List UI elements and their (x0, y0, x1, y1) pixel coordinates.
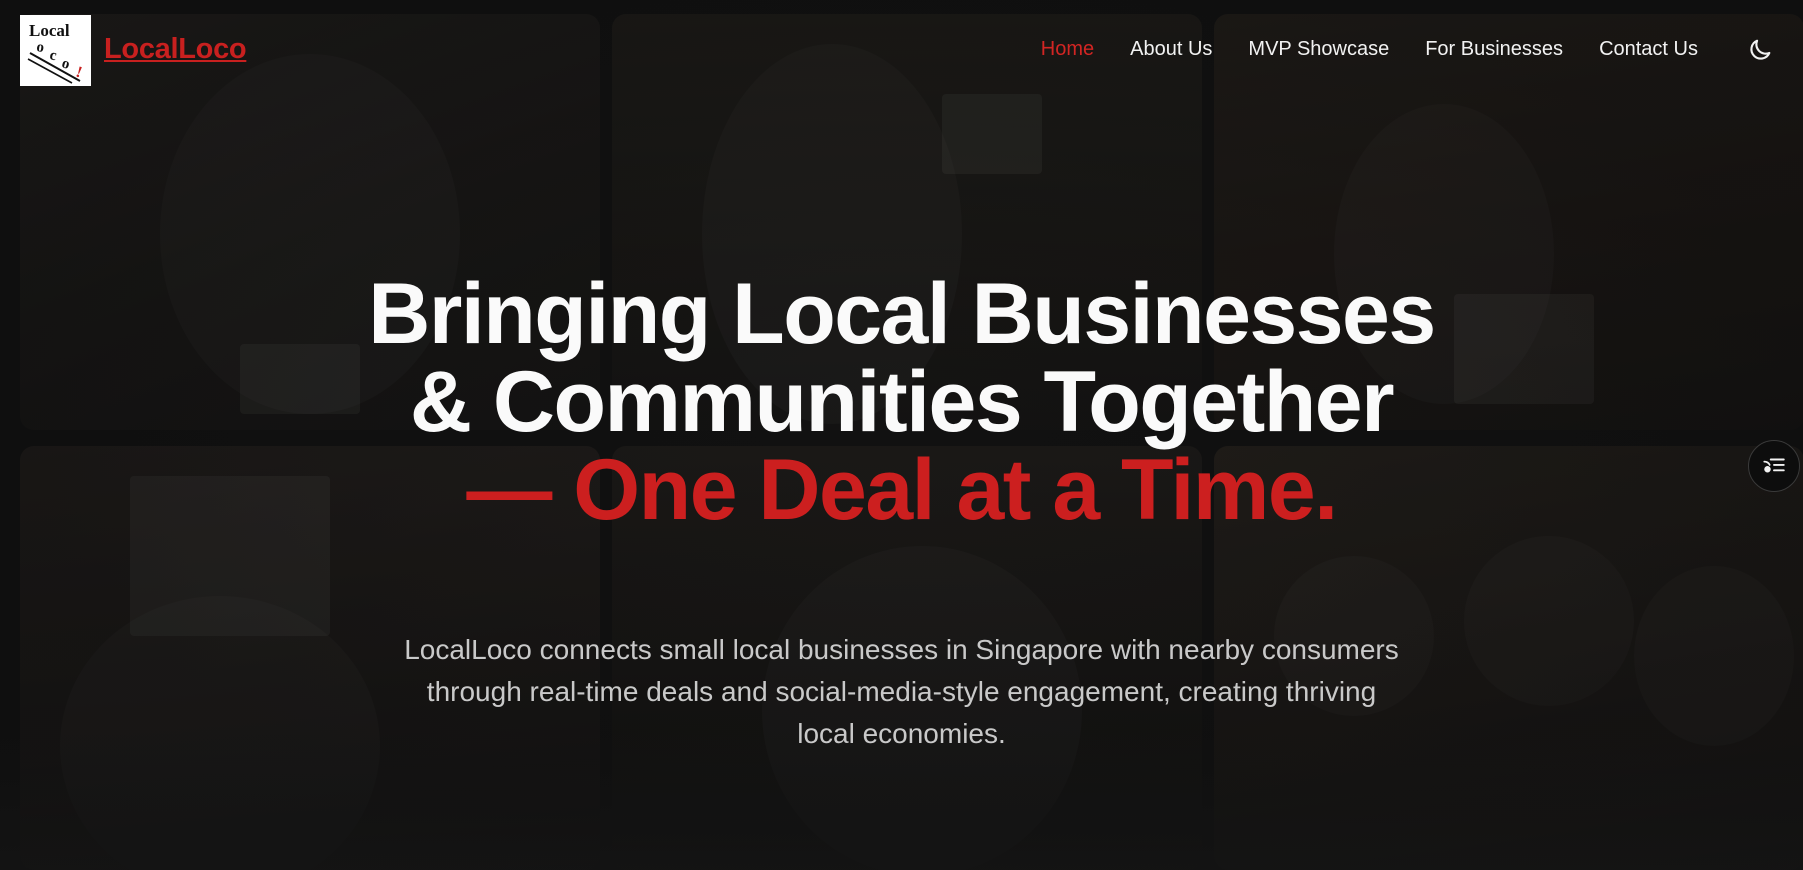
hero-title-line-1: Bringing Local Businesses (368, 266, 1436, 362)
brand-name[interactable]: LocalLoco (104, 33, 247, 66)
hero-title-line-2: & Communities Together (409, 354, 1395, 450)
hero-section: Bringing Local Businesses & Communities … (0, 270, 1803, 534)
nav-about-us[interactable]: About Us (1130, 38, 1212, 61)
svg-text:Local: Local (29, 21, 70, 40)
theme-toggle-button[interactable] (1746, 36, 1774, 64)
nav-mvp-showcase[interactable]: MVP Showcase (1248, 38, 1389, 61)
brand-logo[interactable]: Local o c o ! (20, 15, 91, 86)
hero-title-line-3: — One Deal at a Time. (466, 442, 1338, 538)
nav-for-businesses[interactable]: For Businesses (1425, 38, 1563, 61)
nav-home[interactable]: Home (1041, 38, 1094, 61)
logo-mark-icon: Local o c o ! (20, 15, 91, 86)
moon-icon (1750, 39, 1771, 60)
top-navbar: Local o c o ! LocalLoco Home About Us MV… (0, 0, 1803, 100)
hero-subtitle: LocalLoco connects small local businesse… (404, 634, 1399, 749)
main-nav: Home About Us MVP Showcase For Businesse… (1041, 38, 1698, 61)
nav-contact-us[interactable]: Contact Us (1599, 38, 1698, 61)
